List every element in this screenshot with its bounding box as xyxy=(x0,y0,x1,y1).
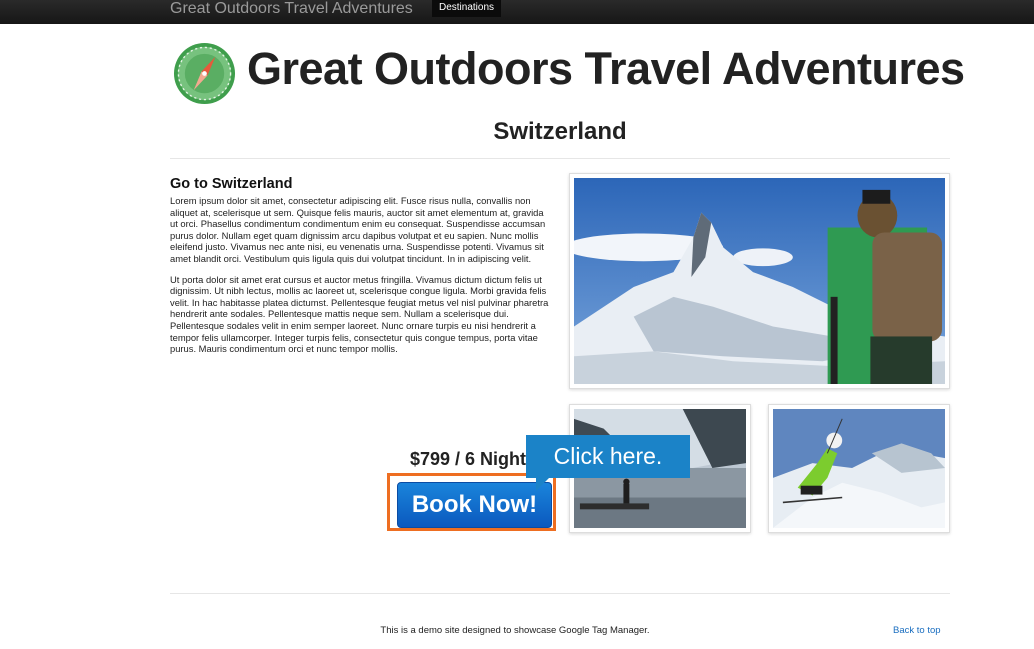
footer-text: This is a demo site designed to showcase… xyxy=(380,625,650,636)
article-title: Go to Switzerland xyxy=(170,176,293,192)
heading-divider xyxy=(170,158,950,159)
navbar-brand-link[interactable]: Great Outdoors Travel Adventures xyxy=(170,0,413,18)
article-content: Go to Switzerland Lorem ipsum dolor sit … xyxy=(170,176,550,364)
top-navbar: Great Outdoors Travel Adventures Destina… xyxy=(0,0,1034,24)
article-paragraph: Ut porta dolor sit amet erat cursus et a… xyxy=(170,273,549,355)
callout-pointer xyxy=(536,477,550,491)
nav-item-destinations[interactable]: Destinations xyxy=(432,0,502,17)
article-paragraph: Lorem ipsum dolor sit amet, consectetur … xyxy=(170,195,546,264)
photo-matterhorn-hiker xyxy=(569,173,950,389)
photo-skier xyxy=(768,404,950,533)
click-here-callout: Click here. xyxy=(526,435,690,478)
compass-icon xyxy=(173,42,236,105)
footer-divider xyxy=(170,593,950,594)
site-title: Great Outdoors Travel Adventures xyxy=(247,43,965,94)
page-heading: Switzerland xyxy=(493,118,627,145)
back-to-top-link[interactable]: Back to top xyxy=(893,624,941,638)
book-now-button[interactable]: Book Now! xyxy=(397,482,552,528)
trip-price: $799 / 6 Nights xyxy=(410,449,537,469)
